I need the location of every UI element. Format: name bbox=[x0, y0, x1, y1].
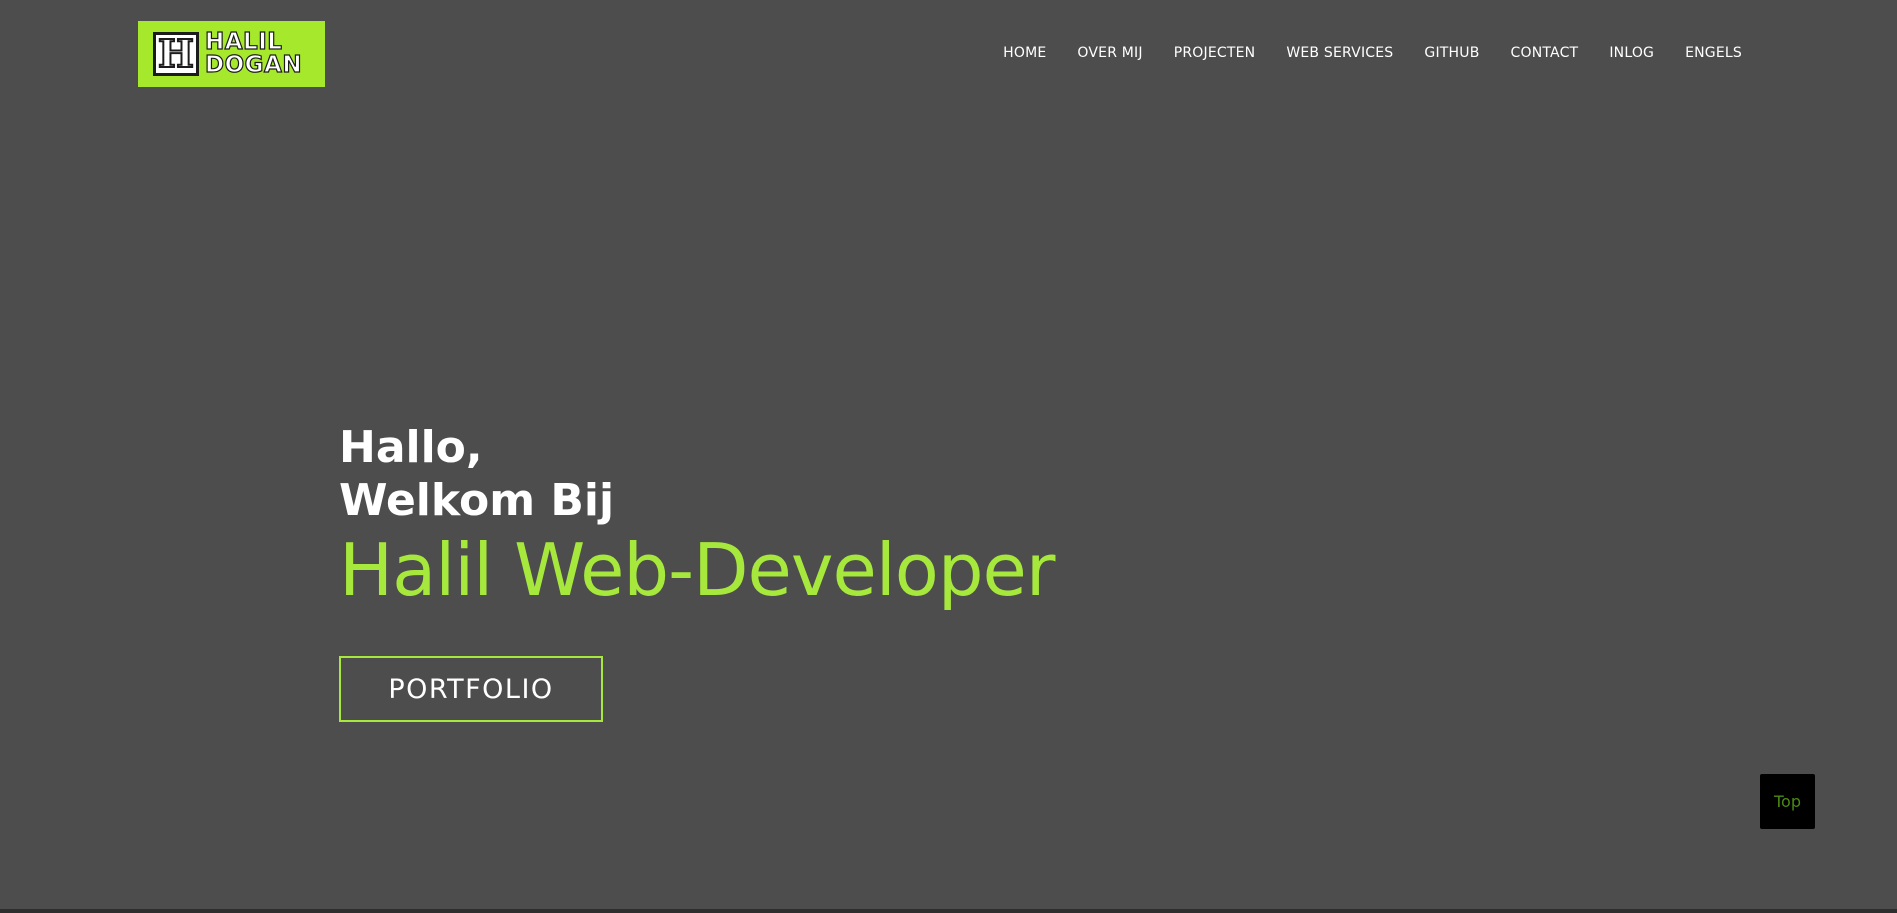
hero-greeting: Hallo, Welkom Bij bbox=[339, 421, 1054, 527]
scroll-to-top-button[interactable]: Top bbox=[1760, 774, 1815, 829]
nav-item-web-services[interactable]: WEB SERVICES bbox=[1286, 45, 1393, 61]
hero-greeting-line-1: Hallo, bbox=[339, 422, 483, 473]
portfolio-button[interactable]: PORTFOLIO bbox=[339, 656, 603, 722]
logo-mark-letter: H bbox=[157, 31, 195, 76]
nav-item-over-mij[interactable]: OVER MIJ bbox=[1077, 45, 1142, 61]
hero-section: Hallo, Welkom Bij Halil Web-Developer bbox=[339, 421, 1055, 612]
hero-greeting-line-2: Welkom Bij bbox=[339, 475, 615, 526]
nav-item-engels[interactable]: ENGELS bbox=[1685, 45, 1742, 61]
nav-item-projecten[interactable]: PROJECTEN bbox=[1174, 45, 1256, 61]
nav-item-inlog[interactable]: INLOG bbox=[1609, 45, 1654, 61]
logo-line-2: DOGAN bbox=[204, 52, 303, 78]
main-nav: HOME OVER MIJ PROJECTEN WEB SERVICES GIT… bbox=[1003, 45, 1742, 61]
nav-item-github[interactable]: GITHUB bbox=[1424, 45, 1479, 61]
logo-line-1: HALIL bbox=[204, 29, 283, 55]
site-logo[interactable]: H HALIL DOGAN bbox=[138, 21, 325, 87]
bottom-divider bbox=[0, 909, 1897, 913]
nav-item-home[interactable]: HOME bbox=[1003, 45, 1046, 61]
logo-wordmark: HALIL DOGAN bbox=[204, 29, 303, 78]
nav-item-contact[interactable]: CONTACT bbox=[1511, 45, 1579, 61]
hero-headline: Halil Web-Developer bbox=[339, 528, 1055, 612]
page: H HALIL DOGAN HOME OVER MIJ PROJECTEN WE… bbox=[0, 0, 1897, 913]
logo-h-mark: H bbox=[153, 32, 199, 76]
